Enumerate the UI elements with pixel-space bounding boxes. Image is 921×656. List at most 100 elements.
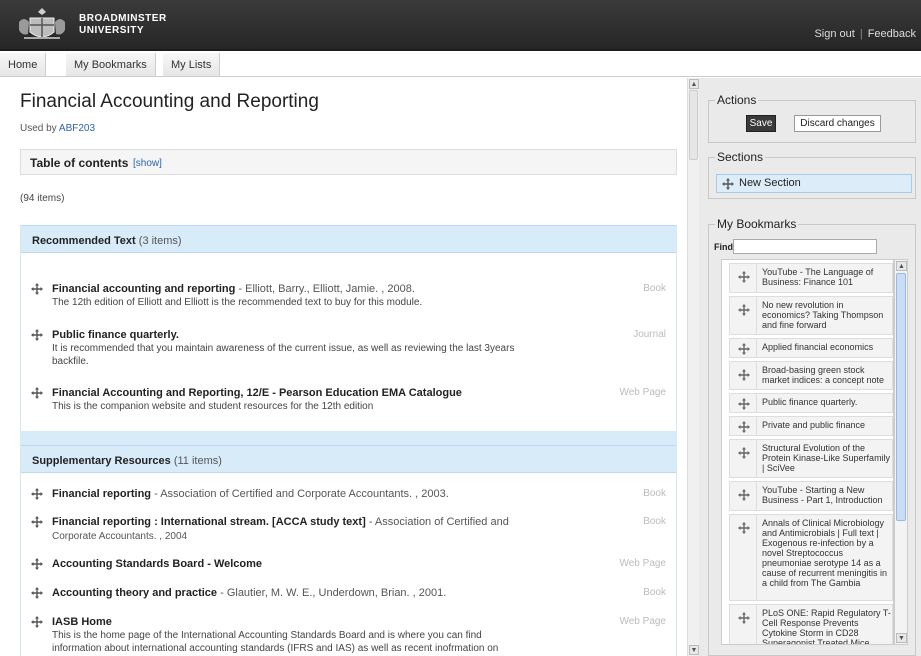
bookmark-item[interactable]: Broad-basing green stock market indices:… — [729, 361, 893, 390]
bookmark-title: YouTube - Starting a New Business - Part… — [762, 485, 883, 505]
bookmark-handle[interactable] — [730, 440, 757, 477]
item-type: Book — [643, 283, 666, 294]
section-header[interactable]: Supplementary Resources (11 items) — [21, 445, 676, 473]
scroll-down-arrow-icon[interactable]: ▼ — [689, 645, 699, 655]
scroll-up-arrow-icon[interactable]: ▲ — [689, 79, 699, 89]
item-title[interactable]: Accounting Standards Board - Welcome — [52, 558, 262, 570]
discard-changes-button[interactable]: Discard changes — [794, 115, 881, 132]
sections-legend: Sections — [715, 150, 766, 164]
bookmark-handle[interactable] — [730, 264, 757, 292]
item-type: Web Page — [619, 558, 666, 569]
list-item[interactable]: Financial reporting - Association of Cer… — [21, 488, 676, 504]
item-author: - Association of Certified and — [368, 516, 509, 528]
item-title-line: IASB Home — [52, 616, 612, 629]
bookmark-handle[interactable] — [730, 605, 757, 644]
sign-out-link[interactable]: Sign out — [814, 28, 854, 40]
list-item[interactable]: Accounting Standards Board - Welcome Web… — [21, 558, 676, 574]
bookmark-item[interactable]: Private and public finance — [729, 416, 893, 436]
bookmark-handle[interactable] — [730, 297, 757, 334]
university-crest-logo[interactable] — [16, 6, 68, 44]
bookmark-item[interactable]: PLoS ONE: Rapid Regulatory T-Cell Respon… — [729, 604, 893, 645]
move-handle-icon[interactable] — [31, 283, 43, 295]
item-title[interactable]: Accounting theory and practice — [52, 587, 217, 599]
bookmark-title: YouTube - The Language of Business: Fina… — [762, 267, 874, 287]
section-header[interactable]: Recommended Text (3 items) — [21, 225, 676, 253]
sidebar: Actions Save Discard changes Sections Ne… — [699, 78, 921, 656]
bookmark-title: Annals of Clinical Microbiology and Anti… — [762, 518, 888, 588]
bookmark-title: Applied financial economics — [762, 342, 874, 352]
item-title[interactable]: IASB Home — [52, 616, 112, 628]
move-handle-icon[interactable] — [31, 488, 43, 500]
bookmark-handle[interactable] — [730, 362, 757, 389]
section-divider — [20, 431, 677, 445]
toc-show-link[interactable]: [show] — [133, 158, 162, 169]
bookmarks-scrollbar[interactable]: ▲ ▼ — [894, 259, 908, 645]
move-handle-icon[interactable] — [31, 587, 43, 599]
actions-panel: Actions Save Discard changes — [708, 93, 916, 143]
tab-my-lists[interactable]: My Lists — [163, 53, 221, 77]
top-bar: BROADMINSTER UNIVERSITY Sign out | Feedbac… — [0, 0, 921, 51]
bookmark-handle[interactable] — [730, 394, 757, 412]
item-title-line: Accounting theory and practice - Glautie… — [52, 587, 612, 600]
bookmark-handle[interactable] — [730, 339, 757, 357]
new-section-item[interactable]: New Section — [716, 174, 912, 193]
item-title-line: Financial reporting - Association of Cer… — [52, 488, 612, 501]
move-handle-icon — [738, 522, 750, 534]
list-item[interactable]: Financial reporting : International stre… — [21, 516, 676, 544]
bookmark-title: PLoS ONE: Rapid Regulatory T-Cell Respon… — [762, 608, 891, 645]
find-input[interactable] — [733, 239, 877, 254]
bookmark-item[interactable]: Applied financial economics — [729, 338, 893, 358]
bookmark-handle[interactable] — [730, 515, 757, 600]
account-links: Sign out | Feedback — [814, 28, 916, 40]
scroll-down-arrow-icon[interactable]: ▼ — [896, 633, 907, 643]
bookmark-handle[interactable] — [730, 417, 757, 435]
tab-my-bookmarks[interactable]: My Bookmarks — [66, 53, 156, 77]
section-supplementary-resources: Supplementary Resources (11 items) Finan… — [20, 445, 677, 656]
course-code-link[interactable]: ABF203 — [59, 123, 95, 134]
bookmark-item[interactable]: Public finance quarterly. — [729, 393, 893, 413]
actions-legend: Actions — [715, 93, 759, 107]
tab-home[interactable]: Home — [0, 53, 47, 77]
section-count: (3 items) — [138, 235, 182, 247]
move-handle-icon[interactable] — [722, 178, 734, 190]
main-scrollbar[interactable]: ▲ ▼ — [687, 78, 699, 656]
item-author: - Elliott, Barry., Elliott, Jamie. , 200… — [238, 283, 415, 295]
move-handle-icon[interactable] — [31, 329, 43, 341]
sections-panel: Sections New Section — [708, 150, 916, 199]
item-title[interactable]: Financial reporting — [52, 488, 151, 500]
scrollbar-thumb[interactable] — [896, 273, 906, 521]
save-button[interactable]: Save — [746, 115, 776, 132]
section-recommended-text: Recommended Text (3 items) Financial acc… — [20, 225, 677, 447]
item-title[interactable]: Financial Accounting and Reporting, 12/E… — [52, 387, 462, 399]
bookmark-item[interactable]: Annals of Clinical Microbiology and Anti… — [729, 514, 893, 601]
list-item[interactable]: Financial Accounting and Reporting, 12/E… — [21, 387, 676, 417]
scrollbar-thumb[interactable] — [689, 90, 698, 160]
bookmark-title: Structural Evolution of the Protein Kina… — [762, 443, 891, 473]
move-handle-icon[interactable] — [31, 558, 43, 570]
bookmark-item[interactable]: YouTube - The Language of Business: Fina… — [729, 263, 893, 293]
brand-name: BROADMINSTER UNIVERSITY — [79, 13, 167, 37]
scroll-up-arrow-icon[interactable]: ▲ — [896, 261, 907, 271]
item-title[interactable]: Financial accounting and reporting — [52, 283, 235, 295]
list-item[interactable]: IASB Home This is the home page of the I… — [21, 616, 676, 656]
item-title[interactable]: Public finance quarterly. — [52, 329, 179, 341]
table-of-contents: Table of contents [show] — [20, 149, 677, 175]
list-item[interactable]: Public finance quarterly. It is recommen… — [21, 329, 676, 373]
list-item[interactable]: Financial accounting and reporting - Ell… — [21, 283, 676, 315]
bookmark-item[interactable]: No new revolution in economics? Taking T… — [729, 296, 893, 335]
item-note: This is the companion website and studen… — [52, 401, 374, 412]
move-handle-icon[interactable] — [31, 387, 43, 399]
bookmark-item[interactable]: YouTube - Starting a New Business - Part… — [729, 481, 893, 511]
bookmark-item[interactable]: Structural Evolution of the Protein Kina… — [729, 439, 893, 478]
page-title: Financial Accounting and Reporting — [20, 91, 319, 112]
item-author: - Association of Certified and Corporate… — [154, 488, 449, 500]
bookmark-handle[interactable] — [730, 482, 757, 510]
item-title[interactable]: Financial reporting : International stre… — [52, 516, 366, 528]
toc-title: Table of contents — [30, 156, 129, 170]
feedback-link[interactable]: Feedback — [868, 28, 916, 40]
section-title: Recommended Text — [32, 235, 136, 247]
item-note: It is recommended that you maintain awar… — [52, 343, 515, 367]
move-handle-icon[interactable] — [31, 616, 43, 628]
list-item[interactable]: Accounting theory and practice - Glautie… — [21, 587, 676, 603]
move-handle-icon[interactable] — [31, 516, 43, 528]
